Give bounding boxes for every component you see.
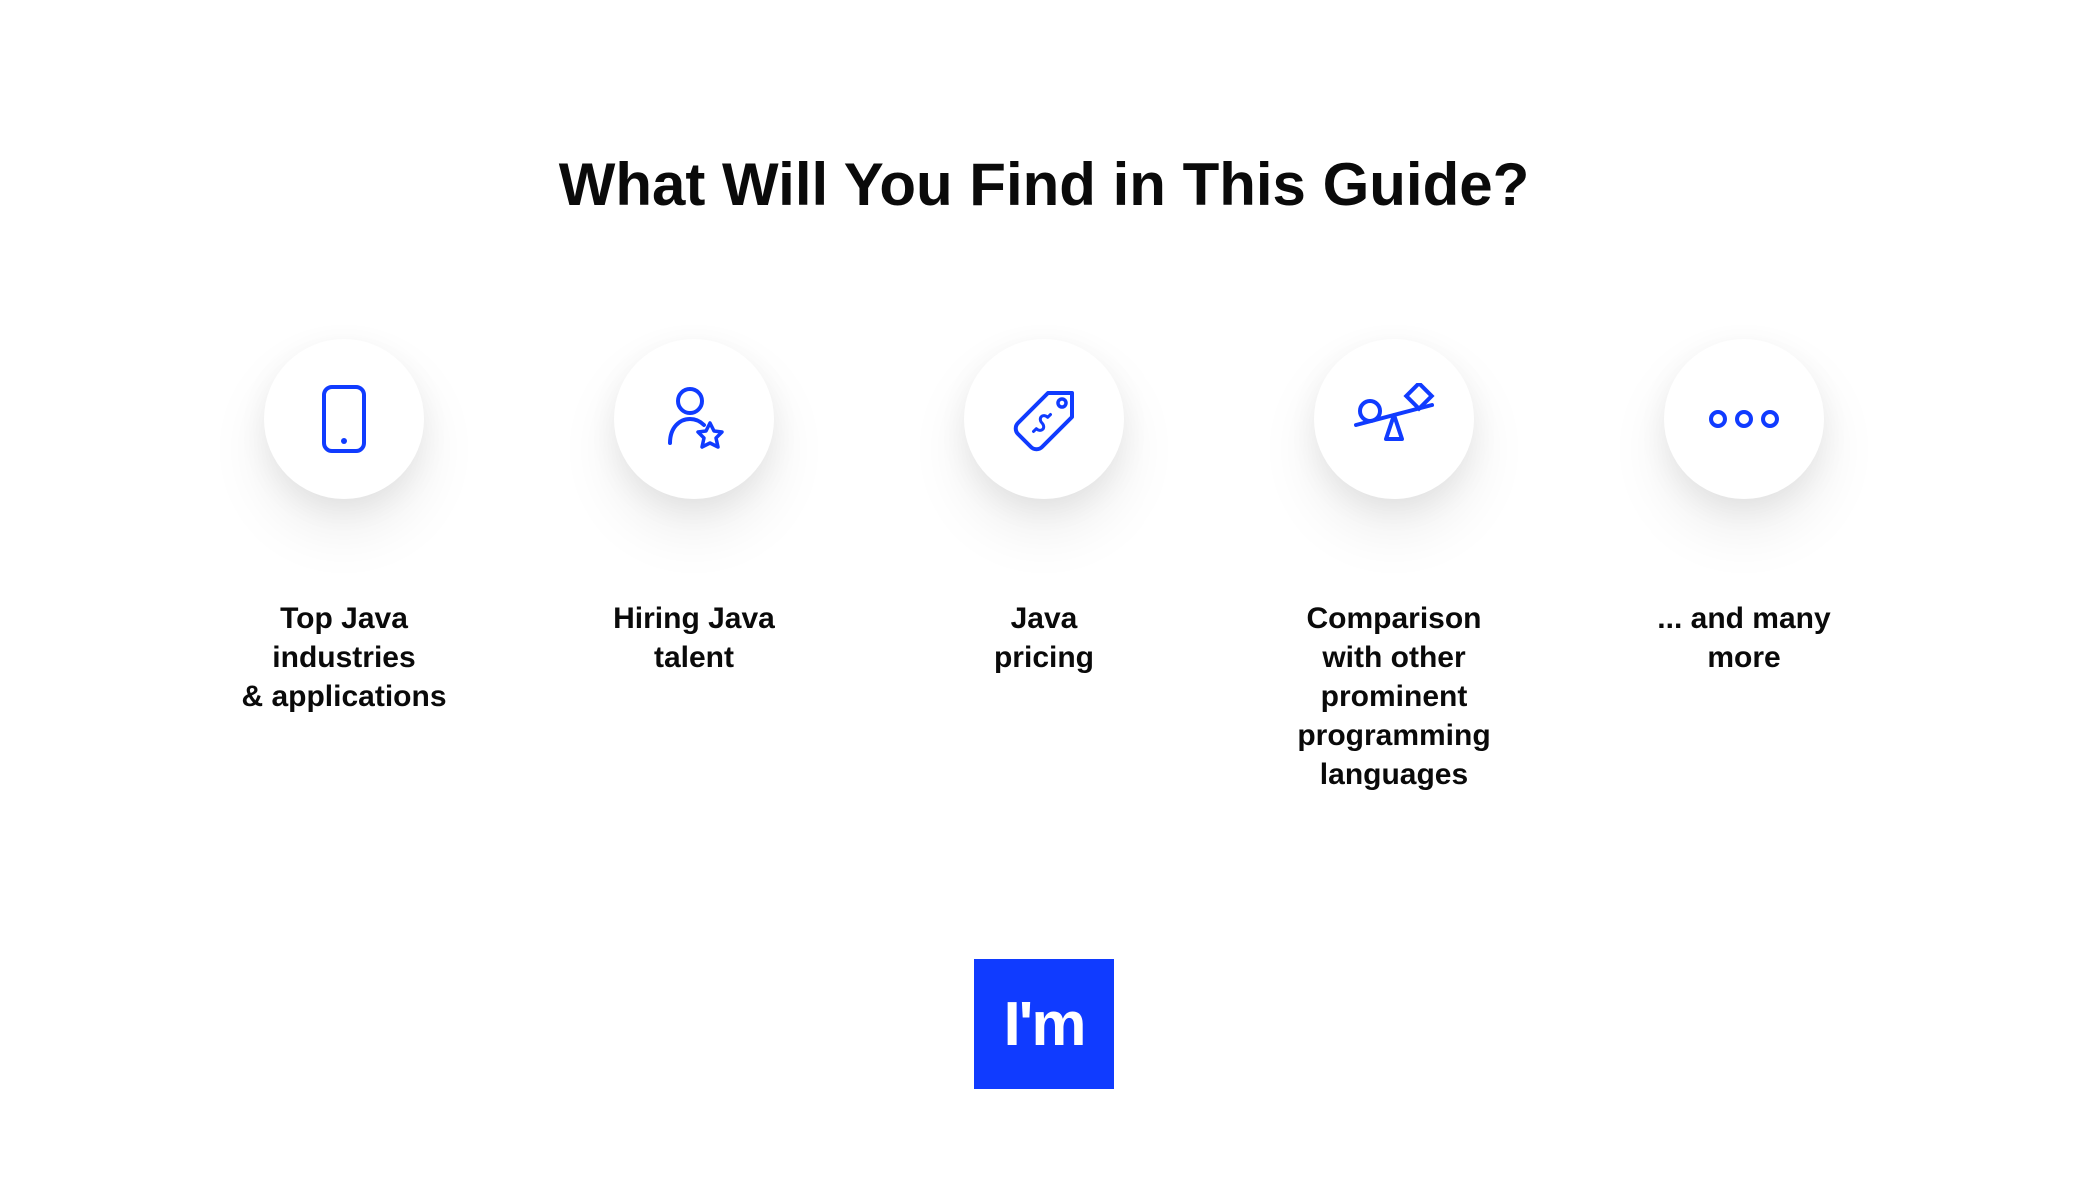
brand-logo-text: I'm [1003, 989, 1084, 1060]
item-industries: Top Java industries & applications [219, 339, 469, 794]
item-label: Hiring Java talent [613, 599, 775, 677]
circle [1664, 339, 1824, 499]
items-row: Top Java industries & applications Hirin… [0, 339, 2088, 794]
item-comparison: Comparison with other prominent programm… [1269, 339, 1519, 794]
item-label: Java pricing [994, 599, 1094, 677]
page-title: What Will You Find in This Guide? [0, 0, 2088, 219]
item-more: ... and many more [1619, 339, 1869, 794]
user-star-icon [658, 383, 730, 455]
more-dots-icon [1706, 409, 1782, 429]
circle [1314, 339, 1474, 499]
circle [614, 339, 774, 499]
item-label: Comparison with other prominent programm… [1297, 599, 1490, 794]
item-label: ... and many more [1657, 599, 1830, 677]
brand-logo: I'm [974, 959, 1114, 1089]
item-pricing: Java pricing [919, 339, 1169, 794]
price-tag-icon [1006, 383, 1082, 455]
circle [264, 339, 424, 499]
item-hiring: Hiring Java talent [569, 339, 819, 794]
circle [964, 339, 1124, 499]
smartphone-icon [318, 383, 370, 455]
balance-icon [1346, 383, 1442, 455]
item-label: Top Java industries & applications [241, 599, 446, 716]
